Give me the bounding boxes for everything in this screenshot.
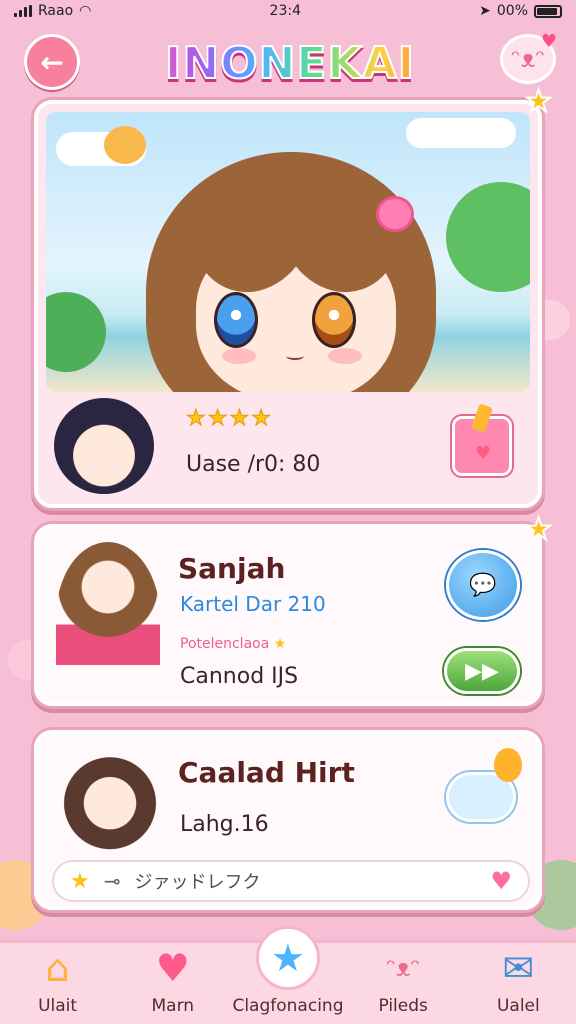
cloud (406, 118, 516, 148)
rose-hairclip-icon (376, 196, 414, 232)
character-illustration (46, 112, 530, 392)
cat-girl-avatar (54, 398, 154, 494)
clock: 23:4 (269, 3, 301, 19)
nav-mail[interactable]: ✉ Ualel (463, 946, 573, 1016)
character-avatar (60, 746, 160, 850)
speech-bubble-icon: 💬 (469, 572, 497, 598)
star-icon: ★ (186, 406, 207, 432)
star-icon: ★ (251, 406, 272, 432)
featured-info: ★ ★ ★ ★ Uase /r0: 80 ♥ (46, 396, 530, 498)
featured-character-card[interactable]: ★ ★ ★ ★ Uase /r0: 80 ♥ ★ (34, 83, 553, 508)
arrow-left-icon: ← (40, 45, 64, 79)
nav-label: Ulait (38, 996, 78, 1016)
nav-pets[interactable]: ᵔᴥᵔ Pileds (348, 946, 458, 1017)
star-badge-icon: ★ (524, 511, 553, 548)
nav-home[interactable]: ⌂ Ulait (3, 946, 113, 1016)
heart-icon: ♥ (540, 31, 557, 52)
character-card[interactable]: Caalad Hirt Lahg.16 ★ ⊸ ジァッドレフク ♥ (34, 730, 542, 910)
profile-bear-button[interactable]: ᵔᴥᵔ ♥ (500, 31, 557, 84)
star-badge-icon: ★ (524, 83, 553, 120)
blush (328, 348, 362, 364)
search-bar[interactable]: ★ ⊸ ジァッドレフク ♥ (52, 860, 530, 902)
featured-stats: Uase /r0: 80 (186, 452, 321, 477)
heart-icon[interactable]: ♥ (490, 867, 512, 895)
balloon-icon (494, 748, 522, 782)
left-eye (214, 292, 258, 348)
game-logo: INONEKAI (140, 32, 440, 94)
character-card[interactable]: Sanjah Kartel Dar 210 Potelenclaoa ★ Can… (34, 511, 553, 706)
house-icon: ⌂ (45, 946, 70, 990)
nav-label: Ualel (496, 996, 540, 1016)
star-icon: ★ (273, 636, 287, 652)
star-icon: ★ (229, 406, 250, 432)
right-eye (312, 292, 356, 348)
heart-icon: ♥ (475, 443, 492, 464)
bush (46, 292, 106, 372)
star-icon: ★ (255, 926, 320, 990)
nav-label: Clagfonacing (232, 996, 344, 1016)
location-icon: ➤ (479, 3, 491, 19)
blush (222, 348, 256, 364)
bear-icon: ᵔᴥᵔ (385, 953, 421, 982)
sun-critter-icon (104, 126, 146, 164)
character-tag: Potelenclaoa ★ (180, 636, 286, 652)
character-name: Sanjah (178, 552, 286, 585)
back-button[interactable]: ← (24, 34, 80, 90)
character-avatar (56, 542, 160, 692)
star-icon: ★ (207, 406, 228, 432)
character-description: Lahg.16 (180, 812, 269, 837)
fast-forward-icon: ▶▶ (465, 658, 499, 684)
star-icon: ★ (70, 868, 90, 894)
wifi-icon: ◠ (79, 3, 92, 19)
nav-label: Marn (151, 996, 195, 1016)
heart-icon: ♥ (155, 946, 190, 990)
battery-icon (534, 4, 562, 18)
search-label: ジァッドレフク (134, 872, 261, 893)
nav-label: Pileds (378, 996, 428, 1016)
play-button[interactable]: ▶▶ (444, 648, 520, 694)
gift-box-button[interactable]: ♥ (452, 416, 512, 476)
character-description: Cannod IJS (180, 664, 299, 689)
bottom-navigation: ⌂ Ulait ♥ Marn ★ Clagfonacing ᵔᴥᵔ Pileds… (0, 926, 576, 1024)
mouth (286, 352, 304, 360)
key-icon: ⊸ (103, 869, 121, 893)
chat-button[interactable]: 💬 (446, 550, 520, 620)
battery-percent: 00% (496, 3, 528, 19)
tree (446, 182, 530, 292)
carrier-label: Raao (38, 3, 74, 19)
status-bar: Raao ◠ 23:4 ➤ 00% (0, 0, 576, 22)
character-name: Caalad Hirt (178, 756, 355, 789)
signal-icon (14, 5, 32, 17)
character-subtitle: Kartel Dar 210 (180, 592, 326, 616)
rating-stars: ★ ★ ★ ★ (186, 406, 272, 432)
nav-collection[interactable]: ★ Clagfonacing (232, 926, 344, 1016)
nav-favorites[interactable]: ♥ Marn (118, 946, 228, 1016)
tag-label: Potelenclaoa (180, 636, 270, 652)
mailbox-icon: ✉ (502, 946, 535, 990)
